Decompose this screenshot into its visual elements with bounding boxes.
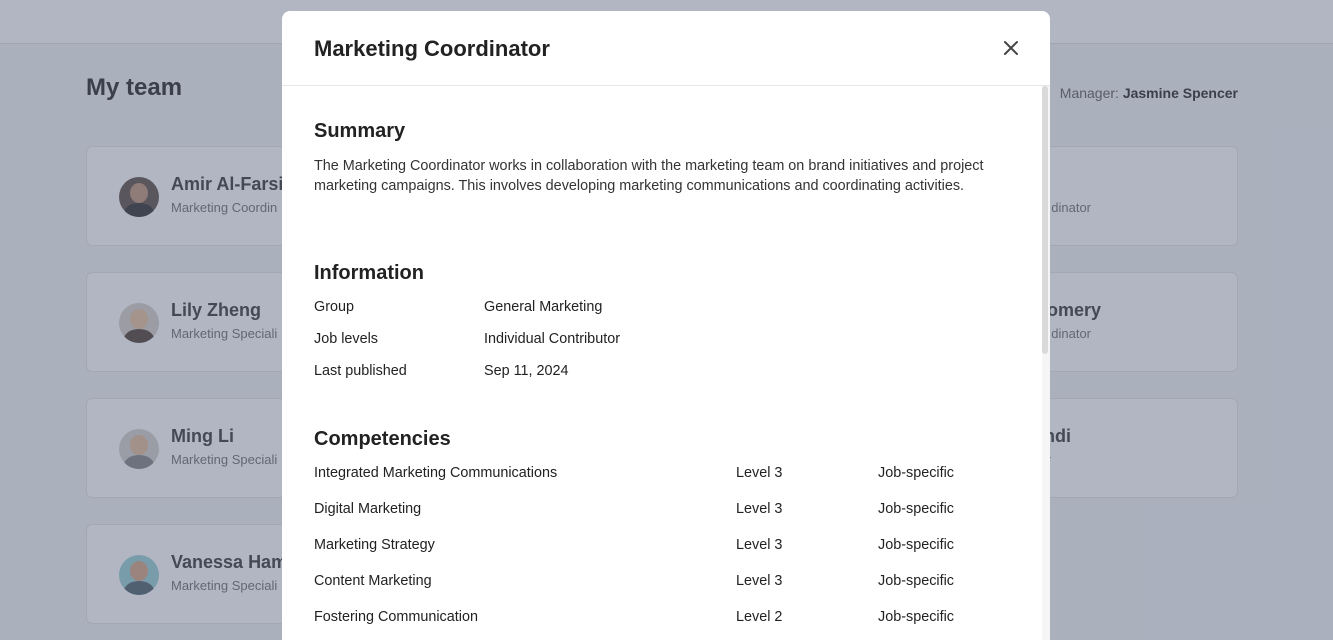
job-details-modal: Marketing Coordinator Summary The Market…: [282, 11, 1050, 640]
competency-row[interactable]: Fostering Communication Level 2 Job-spec…: [314, 609, 1014, 629]
close-icon: [1004, 41, 1018, 55]
competency-type: Job-specific: [878, 465, 954, 481]
competency-name: Content Marketing: [314, 573, 432, 589]
competency-name: Fostering Communication: [314, 609, 478, 625]
competency-type: Job-specific: [878, 501, 954, 517]
competency-level: Level 3: [736, 537, 783, 553]
summary-heading: Summary: [314, 120, 406, 142]
competency-type: Job-specific: [878, 609, 954, 625]
information-heading: Information: [314, 262, 424, 284]
competency-level: Level 3: [736, 501, 783, 517]
info-value: Sep 11, 2024: [484, 363, 569, 379]
competency-level: Level 3: [736, 573, 783, 589]
modal-body[interactable]: Summary The Marketing Coordinator works …: [282, 86, 1042, 640]
scrollbar-thumb[interactable]: [1042, 86, 1048, 354]
competency-name: Digital Marketing: [314, 501, 422, 517]
summary-text: The Marketing Coordinator works in colla…: [314, 158, 984, 194]
competency-level: Level 2: [736, 609, 783, 625]
competency-row[interactable]: Digital Marketing Level 3 Job-specific: [314, 501, 1014, 521]
modal-title: Marketing Coordinator: [314, 36, 550, 61]
close-button[interactable]: [998, 35, 1024, 61]
competency-row[interactable]: Integrated Marketing Communications Leve…: [314, 465, 1014, 485]
competency-type: Job-specific: [878, 573, 954, 589]
competency-row[interactable]: Content Marketing Level 3 Job-specific: [314, 573, 1014, 593]
competency-name: Integrated Marketing Communications: [314, 465, 558, 481]
info-label: Group: [314, 299, 354, 315]
competencies-heading: Competencies: [314, 428, 451, 450]
competency-type: Job-specific: [878, 537, 954, 553]
info-value: General Marketing: [484, 299, 603, 315]
competency-row[interactable]: Marketing Strategy Level 3 Job-specific: [314, 537, 1014, 557]
info-label: Last published: [314, 363, 407, 379]
modal-header: Marketing Coordinator: [282, 11, 1050, 86]
info-label: Job levels: [314, 331, 378, 347]
competency-name: Marketing Strategy: [314, 537, 435, 553]
info-value: Individual Contributor: [484, 331, 620, 347]
competency-level: Level 3: [736, 465, 783, 481]
